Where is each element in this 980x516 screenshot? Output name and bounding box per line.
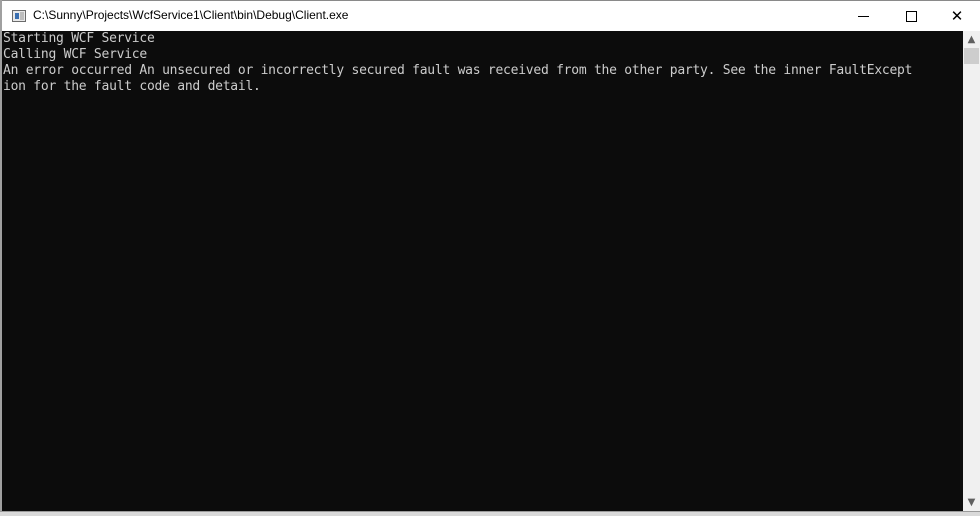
scroll-up-button[interactable]: ▲ — [963, 31, 980, 48]
title-bar[interactable]: C:\Sunny\Projects\WcfService1\Client\bin… — [2, 0, 980, 31]
minimize-button[interactable] — [840, 1, 886, 31]
vertical-scrollbar[interactable]: ▲ ▼ — [963, 31, 980, 511]
scroll-down-button[interactable]: ▼ — [963, 494, 980, 511]
chevron-down-icon: ▼ — [967, 497, 976, 508]
close-button[interactable]: ✕ — [934, 1, 980, 31]
scroll-thumb[interactable] — [964, 48, 979, 64]
close-icon: ✕ — [950, 7, 964, 25]
maximize-button[interactable] — [888, 1, 934, 31]
console-line-error-continued: ion for the fault code and detail. — [3, 79, 261, 94]
window-title: C:\Sunny\Projects\WcfService1\Client\bin… — [33, 8, 349, 22]
window-bottom-border — [0, 511, 980, 516]
maximize-icon — [905, 10, 917, 22]
console-window: C:\Sunny\Projects\WcfService1\Client\bin… — [0, 0, 980, 516]
console-app-icon[interactable] — [12, 10, 26, 22]
console-line: Calling WCF Service — [3, 47, 147, 62]
minimize-icon — [857, 15, 869, 17]
console-line: Starting WCF Service — [3, 31, 155, 46]
console-output[interactable]: Starting WCF Service Calling WCF Service… — [2, 31, 963, 511]
console-line-error: An error occurred An unsecured or incorr… — [3, 63, 913, 78]
chevron-up-icon: ▲ — [967, 34, 976, 45]
